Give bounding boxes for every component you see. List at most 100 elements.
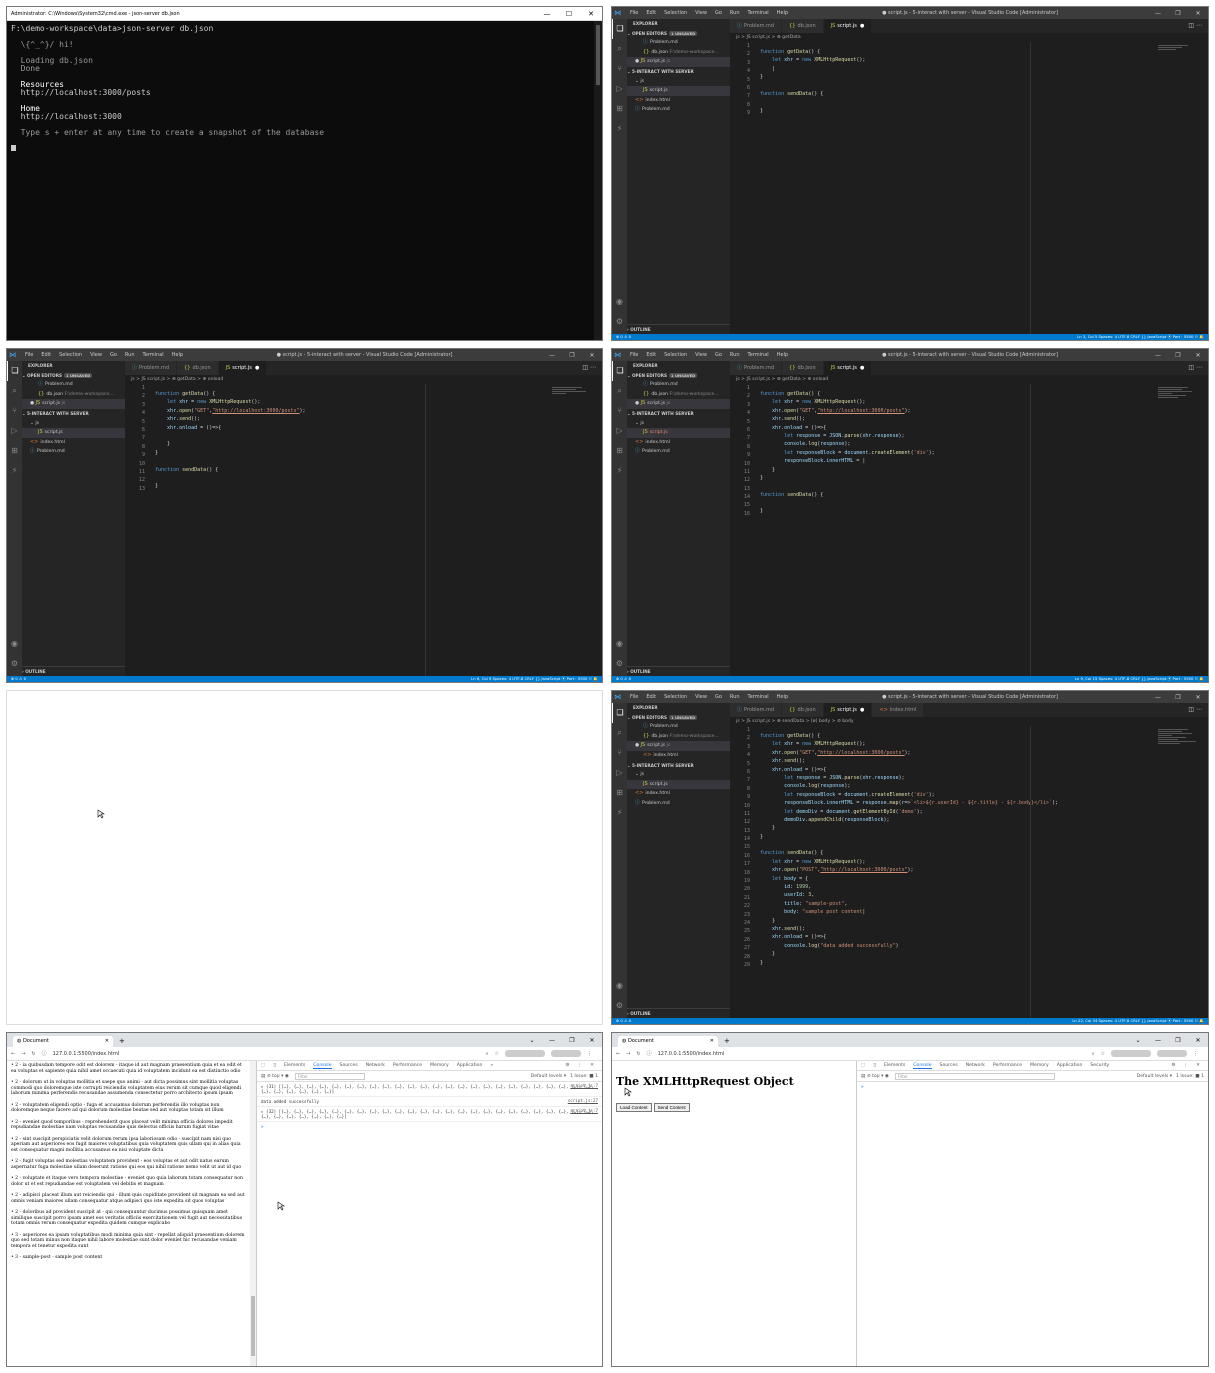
live-share-icon[interactable]: ⚡	[612, 119, 627, 139]
tab-index[interactable]: <> index.html	[872, 703, 925, 717]
minimize-icon[interactable]: —	[536, 10, 558, 18]
explorer-icon[interactable]: ❏	[612, 19, 627, 39]
tab-db[interactable]: {} db.json	[782, 703, 824, 717]
vscode-window-4[interactable]: ⋈ File Edit Selection View Go Run Termin…	[611, 690, 1209, 1025]
menu-terminal[interactable]: Terminal	[748, 694, 769, 700]
vscode-window-3[interactable]: ⋈ File Edit Selection View Go Run Termin…	[611, 348, 1209, 683]
close-icon[interactable]: ✕	[1188, 352, 1208, 359]
search-icon[interactable]: ⌕	[7, 381, 22, 401]
account-icon[interactable]: ◉	[612, 292, 627, 312]
account-icon[interactable]: ◉	[612, 976, 627, 996]
menu-selection[interactable]: Selection	[59, 352, 82, 358]
open-editor-db[interactable]: {} db.json F:\demo-workspace...	[627, 732, 730, 742]
folder-section[interactable]: ⌄ 5-INTERACT WITH SERVER	[627, 409, 730, 419]
folder-section[interactable]: ⌄ 5-INTERACT WITH SERVER	[22, 409, 125, 419]
menu-help[interactable]: Help	[777, 352, 788, 358]
split-editor-icon[interactable]: ◫ ⋯	[1188, 361, 1208, 375]
extensions-icon[interactable]: ⊞	[7, 441, 22, 461]
log-levels-select[interactable]: Default levels ▾	[531, 1074, 570, 1079]
code-editor[interactable]: 123456789 function getData() { let xhr =…	[730, 42, 1208, 334]
status-right[interactable]: Ln 3, Col 5 Spaces: 4 UTF-8 CRLF {} Java…	[1077, 334, 1204, 340]
close-devtools-icon[interactable]: ✕	[1196, 1063, 1200, 1068]
open-editors-section[interactable]: ⌄ OPEN EDITORS 1 UNSAVED	[627, 371, 730, 381]
eye-icon[interactable]: ◉	[285, 1074, 289, 1079]
close-icon[interactable]: ✕	[1188, 694, 1208, 701]
terminal-output[interactable]: F:\demo-workspace\data>json-server db.js…	[7, 21, 602, 157]
menu-help[interactable]: Help	[777, 694, 788, 700]
url-input[interactable]: 127.0.0.1:5500/index.html	[53, 1051, 480, 1057]
tab-problem[interactable]: ⓘ Problem.md	[730, 19, 783, 33]
account-icon[interactable]: ◉	[612, 634, 627, 654]
open-editor-problem[interactable]: ⓘ Problem.md	[627, 380, 730, 390]
open-editor-problem[interactable]: ⓘ Problem.md	[627, 722, 730, 732]
open-editor-db[interactable]: {} db.json F:\demo-workspace...	[627, 48, 730, 58]
tab-application[interactable]: Application	[1057, 1063, 1083, 1068]
tab-console[interactable]: Console	[313, 1063, 332, 1069]
status-right[interactable]: Ln 22, Col 34 Spaces: 4 UTF-8 CRLF {} Ja…	[1072, 1018, 1204, 1024]
file-script[interactable]: JS script.js	[22, 428, 125, 438]
console-prompt[interactable]: >	[257, 1122, 602, 1131]
menu-terminal[interactable]: Terminal	[748, 10, 769, 16]
settings-gear-icon[interactable]: ⚙	[7, 654, 22, 674]
close-icon[interactable]: ✕	[582, 1037, 602, 1044]
status-right[interactable]: Ln 9, Col 15 Spaces: 4 UTF-8 CRLF {} Jav…	[1075, 676, 1204, 682]
minimize-icon[interactable]: —	[1148, 694, 1168, 701]
editor-area[interactable]: ⓘ Problem.md {} db.json JS script.js ● <> in…	[730, 703, 1208, 1018]
menu-edit[interactable]: Edit	[41, 352, 51, 358]
minimize-icon[interactable]: —	[1148, 10, 1168, 17]
breadcrumb[interactable]: js > JS script.js > ⊕ sendData > [ø] bod…	[730, 717, 1208, 726]
split-editor-icon[interactable]: ◫ ⋯	[1188, 703, 1208, 717]
outline-section[interactable]: › OUTLINE	[22, 666, 125, 676]
search-icon[interactable]: ⌕	[612, 381, 627, 401]
minimap[interactable]	[1158, 386, 1198, 406]
folder-section[interactable]: ⌄ 5-INTERACT WITH SERVER	[627, 67, 730, 77]
maximize-icon[interactable]: ❐	[1168, 352, 1188, 359]
reload-icon[interactable]: ↻	[636, 1051, 640, 1057]
menu-view[interactable]: View	[90, 352, 102, 358]
run-debug-icon[interactable]: ▷	[612, 763, 627, 783]
close-tab-icon[interactable]: ✕	[105, 1036, 109, 1047]
minimize-icon[interactable]: —	[542, 1037, 562, 1044]
menu-terminal[interactable]: Terminal	[748, 352, 769, 358]
run-debug-icon[interactable]: ▷	[612, 421, 627, 441]
source-control-icon[interactable]: ⑂	[612, 743, 627, 763]
terminal-window[interactable]: Administrator: C:\Windows\System32\cmd.e…	[6, 6, 603, 341]
menu-help[interactable]: Help	[172, 352, 183, 358]
eye-icon[interactable]: ◉	[885, 1074, 889, 1079]
device-toolbar-icon[interactable]: ▯	[873, 1063, 876, 1068]
tab-sources[interactable]: Sources	[940, 1063, 958, 1068]
browser-tab[interactable]: ◍ Document ✕	[13, 1036, 113, 1047]
tab-script[interactable]: JS script.js ●	[218, 361, 268, 375]
open-editor-problem[interactable]: ⓘ Problem.md	[22, 380, 125, 390]
maximize-icon[interactable]: ❐	[1168, 10, 1188, 17]
menu-view[interactable]: View	[695, 694, 707, 700]
back-icon[interactable]: ←	[616, 1051, 620, 1057]
file-script[interactable]: JS script.js	[627, 428, 730, 438]
open-editor-db[interactable]: {} db.json F:\demo-workspace...	[627, 390, 730, 400]
load-content-button[interactable]: Load Content	[616, 1103, 652, 1112]
file-script[interactable]: JS script.js	[627, 86, 730, 96]
maximize-icon[interactable]: ☐	[558, 10, 580, 18]
tab-performance[interactable]: Performance	[393, 1063, 422, 1068]
open-editor-db[interactable]: {} db.json F:\demo-workspace...	[22, 390, 125, 400]
blank-browser-page[interactable]	[6, 690, 603, 1025]
folder-js[interactable]: ⌄ js	[627, 419, 730, 429]
file-index[interactable]: <> index.html	[627, 96, 730, 106]
open-editor-index[interactable]: <> index.html	[627, 751, 730, 761]
close-icon[interactable]: ✕	[1188, 1037, 1208, 1044]
filter-input[interactable]: Filter	[294, 1072, 365, 1080]
open-editor-script[interactable]: ● JS script.js js	[22, 399, 125, 409]
minimize-icon[interactable]: —	[542, 352, 562, 359]
new-tab-icon[interactable]: +	[724, 1036, 730, 1047]
tab-network[interactable]: Network	[366, 1063, 385, 1068]
explorer-icon[interactable]: ❏	[7, 361, 22, 381]
live-share-icon[interactable]: ⚡	[612, 803, 627, 823]
menu-go[interactable]: Go	[110, 352, 117, 358]
inspect-icon[interactable]: ⬚	[261, 1063, 265, 1068]
vscode-window-2[interactable]: ⋈ File Edit Selection View Go Run Termin…	[6, 348, 603, 683]
live-share-icon[interactable]: ⚡	[7, 461, 22, 481]
terminal-scrollbar[interactable]	[594, 21, 602, 340]
folder-js[interactable]: ⌄ js	[22, 419, 125, 429]
code-editor[interactable]: 1 2 3 4 5 6 7 8 9 10 11 12 13 14 15 16 17 18 19 20 21 22 23 24 2…	[730, 726, 1208, 1018]
close-tab-icon[interactable]: ✕	[710, 1036, 714, 1047]
